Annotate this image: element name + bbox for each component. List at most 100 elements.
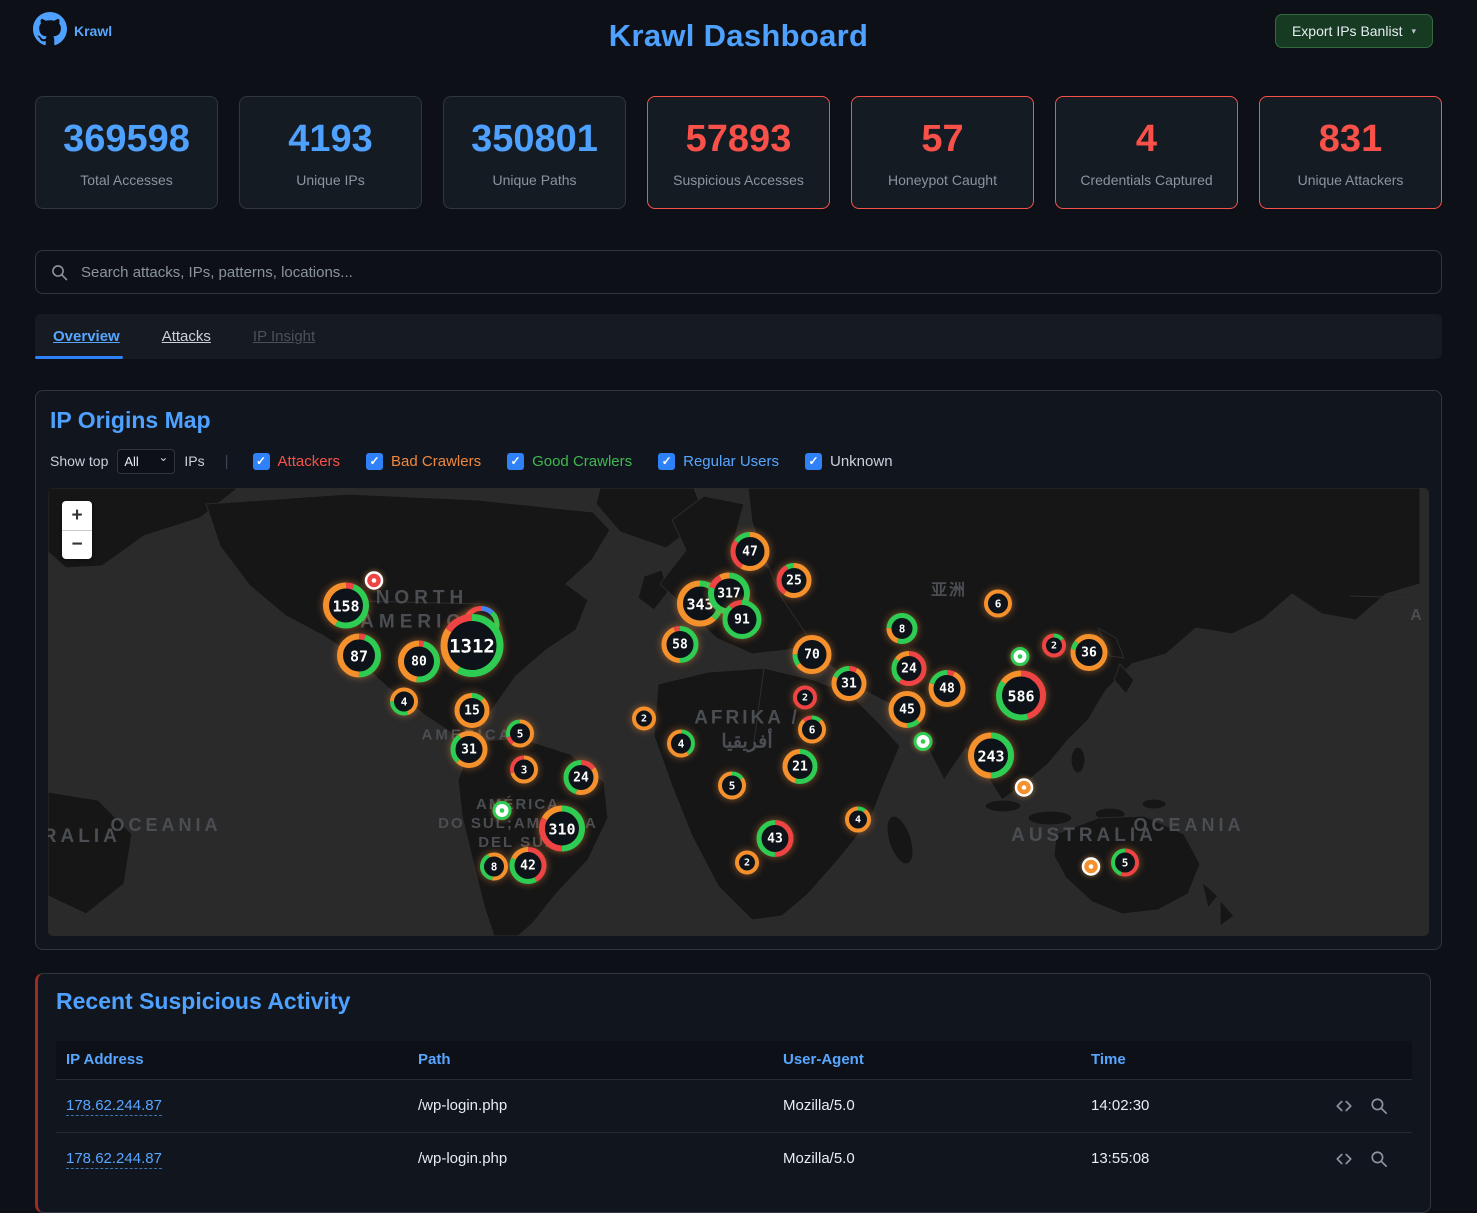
map-marker[interactable]: 4	[661, 724, 701, 769]
map-marker[interactable]: 21	[777, 743, 824, 795]
export-banlist-button[interactable]: Export IPs Banlist ▾	[1275, 14, 1433, 48]
legend-label: Regular Users	[683, 453, 779, 470]
column-header-actions	[1311, 1041, 1412, 1079]
ip-address-link[interactable]: 178.62.244.87	[66, 1097, 162, 1116]
map-marker[interactable]: 91	[717, 594, 768, 650]
stat-card-credentials-captured: 4Credentials Captured	[1055, 96, 1238, 209]
column-header-time: Time	[1081, 1041, 1311, 1079]
map-marker[interactable]: 243	[962, 727, 1020, 790]
map-marker[interactable]: 87	[331, 628, 387, 689]
page-title: Krawl Dashboard	[0, 18, 1477, 54]
stat-label: Credentials Captured	[1080, 172, 1212, 188]
map-marker[interactable]: 4	[384, 682, 424, 727]
path-cell: /wp-login.php	[408, 1132, 773, 1185]
column-header-path: Path	[408, 1041, 773, 1079]
map-marker[interactable]: 24	[558, 754, 605, 806]
zoom-in-button[interactable]: +	[62, 501, 92, 530]
svg-text:70: 70	[804, 648, 820, 663]
svg-text:5: 5	[517, 728, 524, 741]
svg-text:586: 586	[1007, 687, 1034, 705]
search-icon[interactable]	[1370, 1150, 1388, 1168]
legend-checkbox[interactable]	[507, 453, 524, 470]
legend-checkbox[interactable]	[658, 453, 675, 470]
time-cell: 14:02:30	[1081, 1079, 1311, 1132]
svg-text:8: 8	[899, 623, 906, 636]
stat-label: Total Accesses	[80, 172, 173, 188]
stat-card-unique-paths: 350801 Unique Paths	[443, 96, 626, 209]
svg-text:15: 15	[464, 704, 480, 719]
map-dot-marker-green[interactable]	[490, 799, 514, 828]
legend-checkbox[interactable]	[366, 453, 383, 470]
map-marker[interactable]: 31	[445, 725, 494, 779]
svg-text:4: 4	[401, 696, 408, 709]
map-marker[interactable]: 6	[978, 584, 1018, 629]
stat-value: 350801	[471, 118, 598, 161]
show-top-select[interactable]: All	[117, 449, 175, 474]
controls-divider: |	[225, 453, 229, 470]
map-marker[interactable]: 31	[826, 660, 873, 712]
code-icon[interactable]	[1335, 1150, 1353, 1168]
legend-item-regular-users[interactable]: Regular Users	[658, 453, 779, 470]
search-icon	[51, 264, 68, 281]
activity-section-title: Recent Suspicious Activity	[56, 988, 350, 1015]
user-agent-cell: Mozilla/5.0	[773, 1132, 1081, 1185]
map-marker[interactable]: 586	[990, 665, 1052, 732]
show-top-select-wrap: All	[117, 449, 175, 474]
legend-item-attackers[interactable]: Attackers	[253, 453, 341, 470]
map-marker[interactable]: 5	[712, 766, 752, 811]
search-icon[interactable]	[1370, 1097, 1388, 1115]
map-canvas[interactable]: + − NORTH AMERICAAMERICAAFRIKA / أفريقيا…	[48, 488, 1429, 936]
svg-text:48: 48	[939, 682, 955, 697]
map-marker[interactable]: 25	[771, 557, 818, 609]
svg-text:91: 91	[734, 613, 750, 628]
legend-item-good-crawlers[interactable]: Good Crawlers	[507, 453, 632, 470]
legend-item-bad-crawlers[interactable]: Bad Crawlers	[366, 453, 481, 470]
svg-text:31: 31	[461, 743, 477, 758]
tab-ip-insight[interactable]: IP Insight	[253, 328, 315, 345]
map-marker[interactable]: 2	[626, 701, 662, 742]
stat-card-unique-attackers: 831Unique Attackers	[1259, 96, 1442, 209]
active-tab-indicator	[35, 356, 123, 359]
stat-label: Suspicious Accesses	[673, 172, 804, 188]
svg-text:25: 25	[786, 574, 802, 589]
map-marker[interactable]: 2	[729, 845, 765, 886]
stat-value: 57	[921, 118, 963, 161]
legend-item-unknown[interactable]: Unknown	[805, 453, 893, 470]
map-marker[interactable]: 4	[839, 801, 877, 844]
code-icon[interactable]	[1335, 1097, 1353, 1115]
activity-row: 178.62.244.87/wp-login.phpMozilla/5.013:…	[56, 1132, 1412, 1185]
zoom-out-button[interactable]: −	[62, 530, 92, 559]
map-marker[interactable]: 45	[883, 685, 932, 739]
map-dot-marker-orange[interactable]	[1079, 855, 1103, 884]
stat-value: 57893	[686, 118, 792, 161]
svg-text:1312: 1312	[449, 635, 495, 657]
stat-label: Unique Paths	[492, 172, 576, 188]
stat-label: Honeypot Caught	[888, 172, 997, 188]
legend-label: Bad Crawlers	[391, 453, 481, 470]
search-bar	[35, 250, 1442, 294]
svg-text:2: 2	[641, 714, 647, 725]
svg-text:158: 158	[332, 597, 359, 615]
legend-checkbox[interactable]	[805, 453, 822, 470]
map-marker[interactable]: 36	[1065, 628, 1114, 682]
ip-address-link[interactable]: 178.62.244.87	[66, 1150, 162, 1169]
row-actions	[1321, 1150, 1402, 1168]
recent-suspicious-activity-section: Recent Suspicious Activity IP AddressPat…	[35, 973, 1431, 1213]
map-marker[interactable]: 3	[504, 750, 544, 795]
legend-checkbox[interactable]	[253, 453, 270, 470]
stats-row: 369598Total Accesses4193Unique IPs350801…	[35, 96, 1442, 209]
map-marker[interactable]: 1312	[435, 608, 510, 688]
chevron-down-icon: ▾	[1411, 26, 1416, 37]
svg-text:45: 45	[899, 703, 915, 718]
map-marker[interactable]: 42	[504, 841, 553, 895]
svg-text:58: 58	[672, 638, 688, 653]
time-cell: 13:55:08	[1081, 1132, 1311, 1185]
tab-attacks[interactable]: Attacks	[162, 328, 211, 345]
tab-overview[interactable]: Overview	[53, 328, 120, 345]
row-actions	[1321, 1097, 1402, 1115]
user-agent-cell: Mozilla/5.0	[773, 1079, 1081, 1132]
map-marker[interactable]: 58	[656, 620, 705, 674]
map-marker[interactable]: 5	[1105, 843, 1145, 888]
svg-text:243: 243	[977, 747, 1004, 765]
search-input[interactable]	[79, 263, 1426, 282]
